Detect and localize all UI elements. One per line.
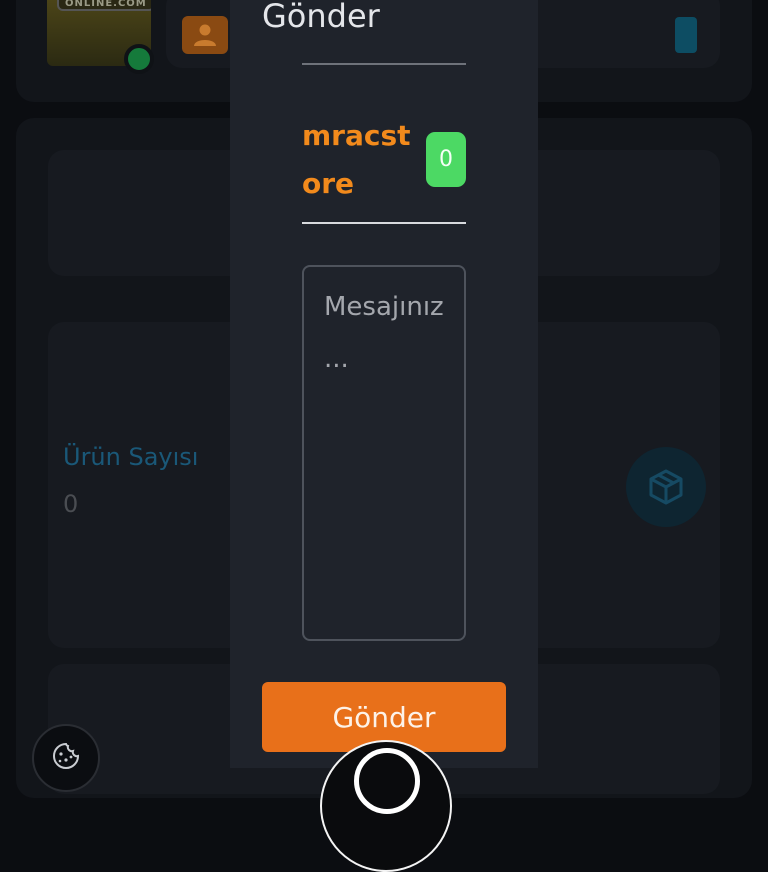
recipient-store-name: mracstore — [302, 119, 411, 200]
thumbnail-label: ONLINE.COM — [57, 0, 151, 11]
product-count-title: Ürün Sayısı — [63, 443, 199, 471]
user-button[interactable] — [182, 16, 228, 54]
product-count-value: 0 — [63, 490, 79, 518]
support-icon — [354, 748, 420, 814]
support-chat-button[interactable] — [320, 740, 452, 872]
divider — [302, 222, 466, 224]
cookie-settings-button[interactable] — [32, 724, 100, 792]
message-input[interactable] — [302, 265, 466, 641]
message-count-badge: 0 — [426, 132, 466, 187]
online-status-indicator — [124, 44, 154, 74]
send-message-modal: Gönder mracstore 0 Gönder — [230, 0, 538, 768]
modal-title: Gönder — [262, 0, 380, 35]
phone-icon[interactable] — [675, 17, 697, 53]
cookie-icon — [53, 742, 80, 769]
product-icon-circle — [626, 447, 706, 527]
divider — [302, 63, 466, 65]
cube-icon — [649, 469, 683, 505]
user-icon — [194, 24, 216, 46]
